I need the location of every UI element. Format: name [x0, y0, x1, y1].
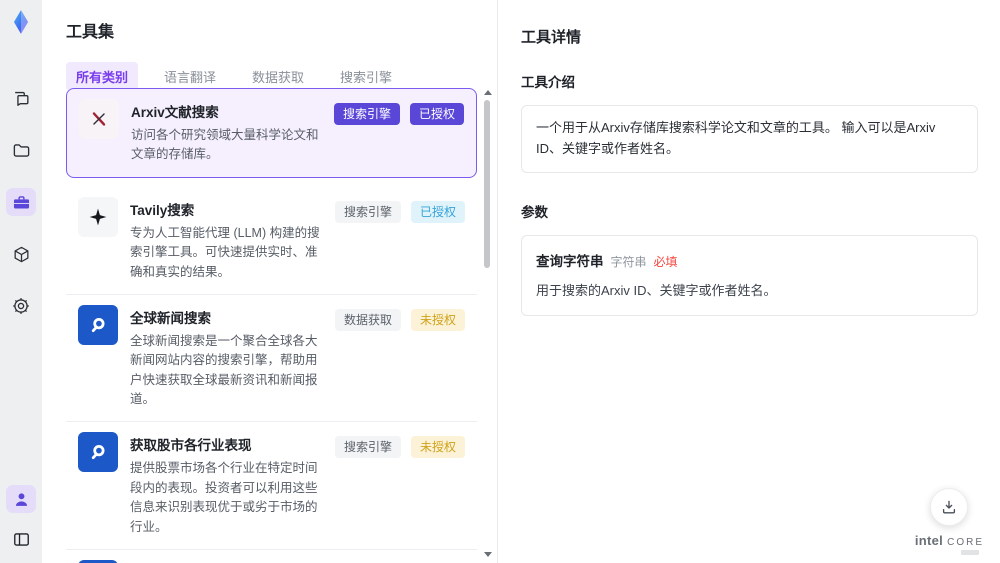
tool-description: 访问各个研究领域大量科学论文和文章的存储库。 — [131, 128, 319, 162]
tool-name: Arxiv文献搜索 — [131, 105, 219, 120]
tool-intro-box: 一个用于从Arxiv存储库搜索科学论文和文章的工具。 输入可以是Arxiv ID… — [521, 105, 978, 173]
tool-param-box: 查询字符串 字符串 必填 用于搜索的Arxiv ID、关键字或作者姓名。 — [521, 234, 978, 316]
param-description: 用于搜索的Arxiv ID、关键字或作者姓名。 — [536, 282, 777, 298]
tool-detail-panel: 工具详情 工具介绍 一个用于从Arxiv存储库搜索科学论文和文章的工具。 输入可… — [499, 0, 1000, 563]
download-button[interactable] — [930, 488, 969, 526]
tool-status-badge: 未授权 — [410, 308, 465, 331]
app-logo-icon[interactable] — [7, 8, 35, 36]
tool-name: 全球新闻搜索 — [130, 310, 211, 326]
nav-models-icon[interactable] — [6, 240, 36, 268]
param-name: 查询字符串 — [536, 253, 604, 269]
tool-category-badge: 搜索引擎 — [334, 200, 401, 223]
params-heading: 参数 — [521, 204, 548, 220]
scroll-down-arrow-icon[interactable] — [483, 552, 492, 557]
category-tabs: 所有类别 语言翻译 数据获取 搜索引擎 — [66, 62, 497, 91]
tab-all-categories[interactable]: 所有类别 — [66, 62, 139, 91]
tool-description: 专为人工智能代理 (LLM) 构建的搜索引擎工具。可快速提供实时、准确和真实的结… — [130, 225, 320, 279]
tab-language-translation[interactable]: 语言翻译 — [154, 62, 226, 91]
nav-tools-icon[interactable] — [6, 188, 36, 216]
tool-status-badge: 已授权 — [410, 200, 465, 223]
blue-search-icon — [78, 432, 118, 473]
scrollbar — [483, 90, 492, 557]
tab-search-engine[interactable]: 搜索引擎 — [330, 62, 402, 91]
tab-data-acquisition[interactable]: 数据获取 — [242, 62, 314, 91]
tool-list-item[interactable]: Tavily搜索 专为人工智能代理 (LLM) 构建的搜索引擎工具。可快速提供实… — [66, 187, 477, 295]
param-required-badge: 必填 — [653, 254, 678, 269]
nav-chat-icon[interactable] — [6, 84, 36, 112]
tool-status-badge: 未授权 — [410, 436, 465, 459]
tool-name: Tavily搜索 — [130, 202, 195, 218]
tool-status-badge: 已授权 — [409, 103, 464, 125]
app-window: 工具集 所有类别 语言翻译 数据获取 搜索引擎 Arxiv文献搜索 访问各个研究… — [0, 0, 1000, 563]
blue-search-icon — [78, 304, 118, 345]
intro-heading: 工具介绍 — [521, 75, 575, 90]
scroll-up-arrow-icon[interactable] — [483, 90, 492, 95]
tool-list-item[interactable]: 获取市场最活跃股票信息 提供当天交易量最高的股票列表，投资者可以利用这些信息来识… — [66, 550, 477, 563]
tool-category-badge: 数据获取 — [334, 308, 401, 331]
tool-description: 提供股票市场各个行业在特定时间段内的表现。投资者可以利用这些信息来识别表现优于或… — [130, 461, 318, 534]
tool-intro-text: 一个用于从Arxiv存储库搜索科学论文和文章的工具。 输入可以是Arxiv ID… — [536, 120, 936, 156]
intel-core-badge — [961, 550, 980, 555]
scrollbar-thumb[interactable] — [484, 100, 490, 268]
page-title: 工具集 — [66, 24, 115, 41]
sidebar-nav — [6, 84, 36, 320]
sidebar — [0, 0, 42, 563]
tool-list-item[interactable]: Arxiv文献搜索 访问各个研究领域大量科学论文和文章的存储库。 搜索引擎 已授… — [66, 88, 477, 178]
tool-name: 获取股市各行业表现 — [130, 438, 252, 454]
arxiv-logo-icon — [79, 99, 119, 139]
panel-toggle-icon[interactable] — [6, 525, 36, 553]
detail-title: 工具详情 — [521, 29, 582, 46]
tavily-star-icon — [78, 196, 118, 237]
corner-widgets: intel core — [915, 488, 984, 555]
tool-list-item[interactable]: 全球新闻搜索 全球新闻搜索是一个聚合全球各大新闻网站内容的搜索引擎，帮助用户快速… — [66, 295, 477, 423]
nav-files-icon[interactable] — [6, 136, 36, 164]
param-type: 字符串 — [610, 254, 647, 269]
sidebar-bottom — [6, 485, 36, 553]
tool-category-badge: 搜索引擎 — [334, 436, 401, 459]
tool-list-item[interactable]: 获取股市各行业表现 提供股票市场各个行业在特定时间段内的表现。投资者可以利用这些… — [66, 422, 477, 550]
tool-category-badge: 搜索引擎 — [333, 103, 400, 125]
tools-panel: 工具集 所有类别 语言翻译 数据获取 搜索引擎 Arxiv文献搜索 访问各个研究… — [42, 0, 498, 563]
nav-settings-icon[interactable] — [6, 292, 36, 320]
tool-list: Arxiv文献搜索 访问各个研究领域大量科学论文和文章的存储库。 搜索引擎 已授… — [66, 88, 477, 563]
intel-core-logo: intel core — [914, 533, 984, 548]
tool-description: 全球新闻搜索是一个聚合全球各大新闻网站内容的搜索引擎，帮助用户快速获取全球最新资… — [130, 333, 318, 406]
user-profile-icon[interactable] — [6, 485, 36, 513]
